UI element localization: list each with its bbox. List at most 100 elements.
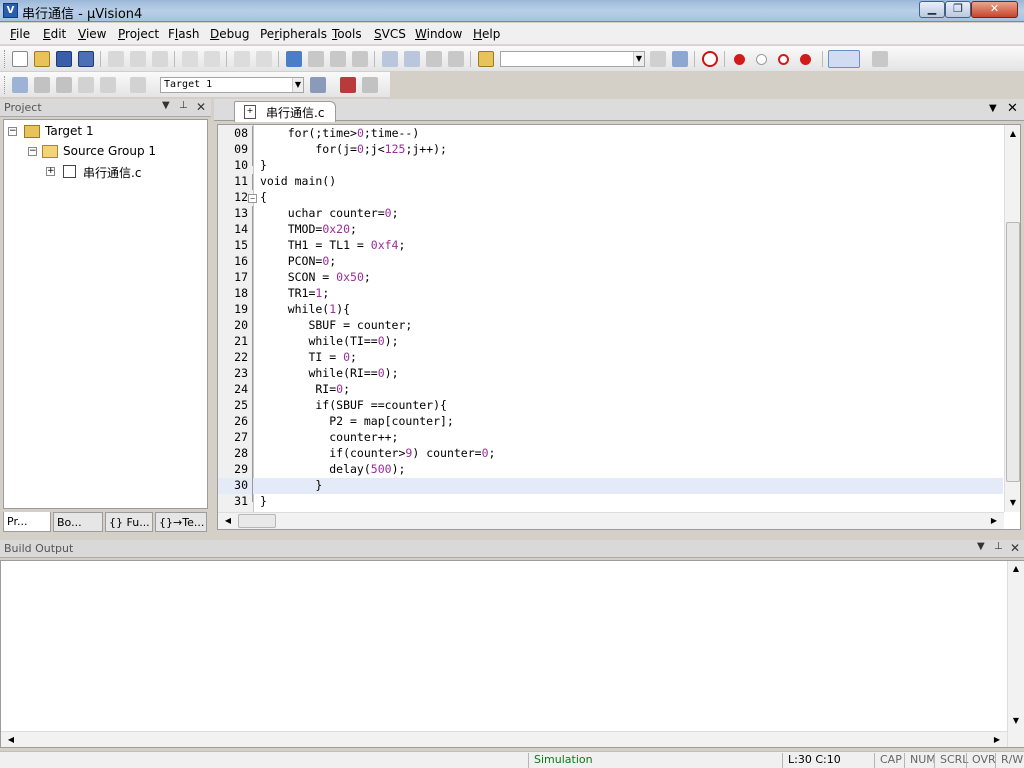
scroll-up-icon[interactable]: ▲	[1008, 561, 1024, 577]
save-all-icon[interactable]	[78, 51, 94, 67]
code-line[interactable]: 16 PCON=0;	[218, 254, 1003, 270]
close-icon[interactable]: ✕	[196, 100, 206, 114]
open-folder-icon[interactable]	[34, 51, 50, 67]
menu-file[interactable]: File	[10, 27, 30, 41]
build-output-text[interactable]: ▲ ▼ ◀ ▶	[0, 560, 1024, 748]
collapse-icon[interactable]: −	[28, 147, 37, 156]
unindent-icon[interactable]	[404, 51, 420, 67]
window-layout-icon[interactable]	[828, 50, 860, 68]
find-icon[interactable]	[650, 51, 666, 67]
tab-books[interactable]: Bo...	[53, 512, 103, 532]
pin-icon[interactable]: ⊥	[994, 541, 1003, 552]
cut-icon[interactable]	[108, 51, 124, 67]
scroll-left-icon[interactable]: ◀	[3, 732, 19, 748]
scroll-left-icon[interactable]: ◀	[220, 513, 236, 529]
code-line[interactable]: 22 TI = 0;	[218, 350, 1003, 366]
menu-help[interactable]: Help	[473, 27, 500, 41]
menu-project[interactable]: Project	[118, 27, 159, 41]
select-packet-icon[interactable]	[362, 77, 378, 93]
chevron-down-icon[interactable]: ▼	[989, 103, 997, 114]
code-line[interactable]: 29 delay(500);	[218, 462, 1003, 478]
clear-bookmarks-icon[interactable]	[352, 51, 368, 67]
manage-components-icon[interactable]	[340, 77, 356, 93]
code-line[interactable]: 28 if(counter>9) counter=0;	[218, 446, 1003, 462]
stop-build-icon[interactable]	[100, 77, 116, 93]
tab-templates[interactable]: {}→Te...	[155, 512, 207, 532]
code-line[interactable]: 25 if(SBUF ==counter){	[218, 398, 1003, 414]
menu-tools[interactable]: Tools	[332, 27, 362, 41]
toolbar-grip[interactable]	[4, 50, 7, 68]
scroll-down-icon[interactable]: ▼	[1005, 495, 1020, 511]
code-line[interactable]: 21 while(TI==0);	[218, 334, 1003, 350]
comment-icon[interactable]	[426, 51, 442, 67]
menu-flash[interactable]: Flash	[168, 27, 199, 41]
new-file-icon[interactable]	[12, 51, 28, 67]
tab-project[interactable]: Pr...	[3, 512, 51, 532]
target-combo[interactable]: Target 1 ▼	[160, 77, 304, 93]
rebuild-icon[interactable]	[56, 77, 72, 93]
prev-bookmark-icon[interactable]	[308, 51, 324, 67]
insert-breakpoint-icon[interactable]	[734, 54, 745, 65]
find-in-files-icon[interactable]	[478, 51, 494, 67]
copy-icon[interactable]	[130, 51, 146, 67]
expand-icon[interactable]: +	[46, 167, 55, 176]
toolbar-grip[interactable]	[4, 76, 7, 94]
bookmark-icon[interactable]	[286, 51, 302, 67]
code-line[interactable]: 26 P2 = map[counter];	[218, 414, 1003, 430]
menu-edit[interactable]: Edit	[43, 27, 66, 41]
code-line[interactable]: 20 SBUF = counter;	[218, 318, 1003, 334]
vertical-scrollbar[interactable]: ▲ ▼	[1004, 125, 1020, 512]
menu-debug[interactable]: Debug	[210, 27, 249, 41]
code-editor[interactable]: 08 for(;time>0;time--) 09 for(j=0;j<125;j…	[217, 124, 1021, 530]
next-bookmark-icon[interactable]	[330, 51, 346, 67]
fold-toggle-icon[interactable]: −	[248, 194, 257, 203]
scroll-thumb[interactable]	[1006, 222, 1020, 482]
code-line[interactable]: 17 SCON = 0x50;	[218, 270, 1003, 286]
code-line[interactable]: 14 TMOD=0x20;	[218, 222, 1003, 238]
code-line[interactable]: 18 TR1=1;	[218, 286, 1003, 302]
uncomment-icon[interactable]	[448, 51, 464, 67]
horizontal-scrollbar[interactable]: ◀ ▶	[1, 731, 1007, 747]
code-line[interactable]: 11 void main()	[218, 174, 1003, 190]
minimize-button[interactable]: ▁	[919, 1, 945, 18]
vertical-scrollbar[interactable]: ▲ ▼	[1007, 561, 1024, 747]
code-line[interactable]: 27 counter++;	[218, 430, 1003, 446]
batch-build-icon[interactable]	[78, 77, 94, 93]
find-combo[interactable]: ▼	[500, 51, 645, 67]
build-icon[interactable]	[34, 77, 50, 93]
horizontal-scrollbar[interactable]: ◀ ▶	[218, 512, 1004, 529]
scroll-thumb[interactable]	[238, 514, 276, 528]
code-line[interactable]: 10}	[218, 158, 1003, 174]
close-button[interactable]: ✕	[971, 1, 1018, 18]
debug-session-icon[interactable]	[702, 51, 718, 67]
scroll-up-icon[interactable]: ▲	[1005, 126, 1020, 142]
menu-peripherals[interactable]: Peripherals	[260, 27, 327, 41]
code-line[interactable]: 13 uchar counter=0;	[218, 206, 1003, 222]
kill-breakpoints-icon[interactable]	[800, 54, 811, 65]
close-icon[interactable]: ✕	[1007, 101, 1018, 116]
translate-icon[interactable]	[12, 77, 28, 93]
disable-breakpoints-icon[interactable]	[778, 54, 789, 65]
code-line[interactable]: 12−{	[218, 190, 1003, 206]
target-options-icon[interactable]	[310, 77, 326, 93]
chevron-down-icon[interactable]: ▼	[162, 100, 170, 111]
tab-functions[interactable]: {} Fu...	[105, 512, 153, 532]
scroll-down-icon[interactable]: ▼	[1008, 713, 1024, 729]
chevron-down-icon[interactable]: ▼	[633, 52, 644, 66]
chevron-down-icon[interactable]: ▼	[292, 78, 303, 92]
code-line[interactable]: 24 RI=0;	[218, 382, 1003, 398]
menu-view[interactable]: View	[78, 27, 106, 41]
download-icon[interactable]	[130, 77, 146, 93]
save-icon[interactable]	[56, 51, 72, 67]
code-line[interactable]: 09 for(j=0;j<125;j++);	[218, 142, 1003, 158]
code-line[interactable]: 08 for(;time>0;time--)	[218, 126, 1003, 142]
paste-icon[interactable]	[152, 51, 168, 67]
collapse-icon[interactable]: −	[8, 127, 17, 136]
configure-icon[interactable]	[872, 51, 888, 67]
code-line[interactable]: 30 }	[218, 478, 1003, 494]
menu-window[interactable]: Window	[415, 27, 462, 41]
pin-icon[interactable]: ⊥	[179, 100, 188, 111]
code-line[interactable]: 31}	[218, 494, 1003, 510]
code-line[interactable]: 19 while(1){	[218, 302, 1003, 318]
navigate-back-icon[interactable]	[234, 51, 250, 67]
